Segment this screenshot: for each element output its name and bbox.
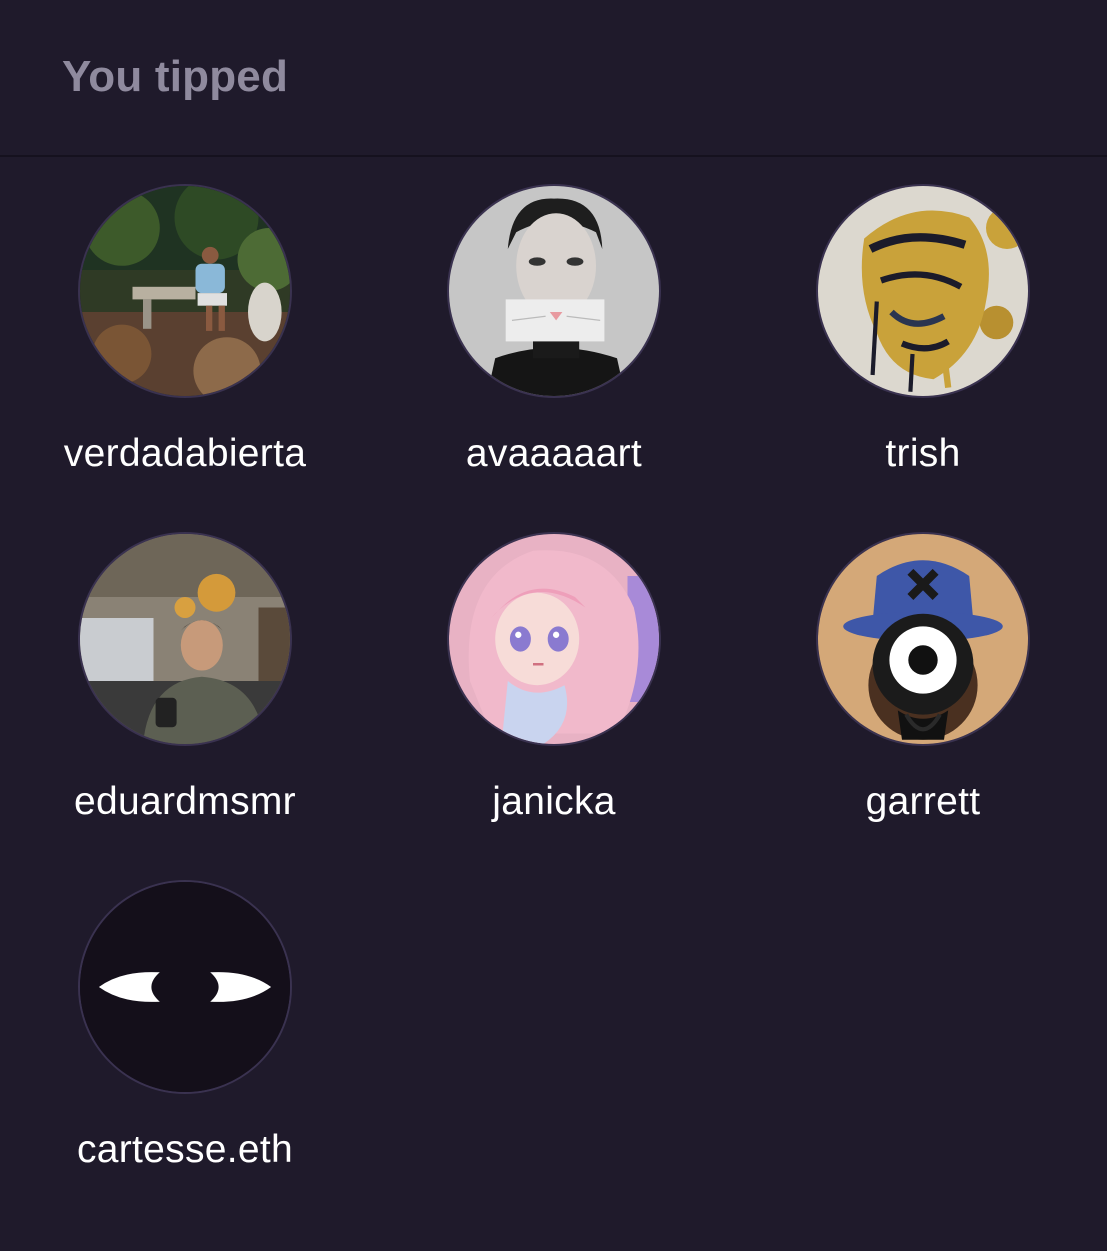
tipped-users-grid: verdadabierta avaaaaart trish eduardmsmr…	[0, 0, 1107, 1251]
you-tipped-page: You tipped verdadabierta avaaaaart trish…	[0, 0, 1107, 1251]
user-tile-eduardmsmr[interactable]: eduardmsmr	[35, 532, 335, 832]
user-tile-garrett[interactable]: garrett	[773, 532, 1073, 832]
avatar[interactable]	[78, 532, 292, 746]
person-in-garden-photo-icon	[80, 186, 290, 396]
user-tile-janicka[interactable]: janicka	[404, 532, 704, 832]
user-name: avaaaaart	[465, 432, 643, 475]
avatar[interactable]	[447, 532, 661, 746]
avatar[interactable]	[78, 880, 292, 1094]
one-eyed-character-bucket-hat-icon	[818, 534, 1028, 744]
user-name: janicka	[492, 780, 616, 823]
man-with-phone-photo-icon	[80, 534, 290, 744]
user-name: verdadabierta	[63, 432, 307, 475]
woman-cat-mouth-collage-icon	[449, 186, 659, 396]
anime-girl-pink-hair-icon	[449, 534, 659, 744]
avatar[interactable]	[78, 184, 292, 398]
user-tile-verdadabierta[interactable]: verdadabierta	[35, 184, 335, 484]
avatar[interactable]	[816, 532, 1030, 746]
avatar[interactable]	[816, 184, 1030, 398]
user-name: cartesse.eth	[76, 1128, 294, 1171]
user-tile-cartesse-eth[interactable]: cartesse.eth	[35, 880, 335, 1180]
user-tile-avaaaaart[interactable]: avaaaaart	[404, 184, 704, 484]
crescent-eyes-logo-icon	[80, 882, 290, 1092]
user-name: trish	[885, 432, 961, 475]
gold-abstract-face-art-icon	[818, 186, 1028, 396]
user-name: eduardmsmr	[74, 780, 296, 823]
user-name: garrett	[865, 780, 981, 823]
avatar[interactable]	[447, 184, 661, 398]
user-tile-trish[interactable]: trish	[773, 184, 1073, 484]
